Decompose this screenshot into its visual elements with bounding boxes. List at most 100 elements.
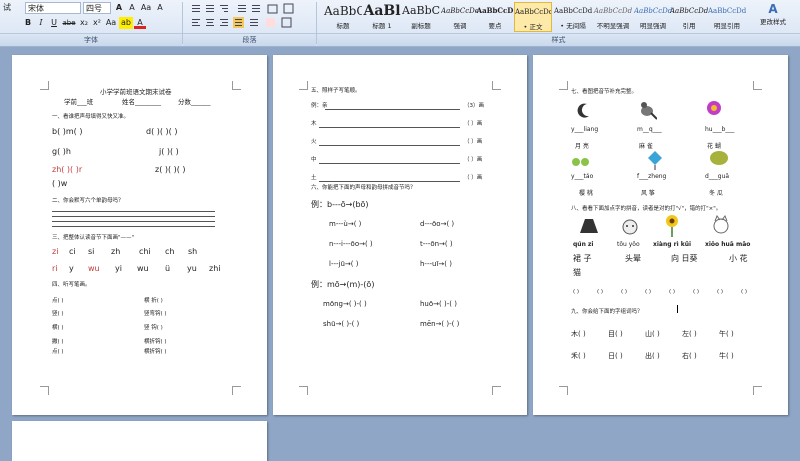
grow-font-button[interactable]: A <box>113 2 125 14</box>
strikethrough-button[interactable]: abe <box>61 17 77 29</box>
fill-item: y___táo <box>571 173 594 180</box>
style-strong[interactable]: AaBbCcD 要点 <box>476 2 514 32</box>
shrink-font-button[interactable]: A <box>126 2 138 14</box>
score-field: 分数______ <box>178 98 211 106</box>
crop-mark <box>299 81 308 90</box>
list-icons[interactable] <box>190 3 310 14</box>
answer-box: ( ) <box>645 289 652 295</box>
pinyin-row: b( )m( ) <box>52 127 83 136</box>
style-sample: AaBbCcD <box>476 6 514 15</box>
style-title[interactable]: AaBbC 标题 <box>324 2 362 32</box>
highlight-button[interactable]: ab <box>119 17 133 29</box>
document-page-2[interactable]: 五、照样子写笔顺。 例：亲 （3）画 木 （ ）画 火 （ ）画 中 （ ）画 … <box>273 55 527 415</box>
style-no-spacing[interactable]: AaBbCcDd • 无间隔 <box>554 2 592 32</box>
combine-item: m---ù→( ) <box>329 220 362 228</box>
word-label: 裙 子 <box>573 254 592 263</box>
crop-mark <box>559 386 568 395</box>
crop-mark <box>559 81 568 90</box>
question-4: 四、听写笔画。 <box>52 282 91 288</box>
question-1: 一、看谁把声母填得又快又准。 <box>52 114 130 120</box>
subscript-button[interactable]: x₂ <box>78 17 90 29</box>
paste-button[interactable]: 试 <box>0 2 14 14</box>
pinyin-row: g( )h <box>52 147 71 156</box>
exam-title: 小学学前班语文期末试卷 <box>100 88 172 96</box>
cherry-icon <box>572 158 589 166</box>
split-item: mōng→( )-( ) <box>323 300 367 308</box>
style-sample: AaBbCcDd <box>593 7 633 15</box>
syllable: wu <box>88 264 100 273</box>
alignment-icons[interactable] <box>190 17 330 28</box>
word-label: 头晕 <box>625 254 641 263</box>
style-label: • 无间隔 <box>560 22 586 30</box>
combine-item: h---uī→( ) <box>420 260 452 268</box>
stroke-item: 横( ) <box>52 325 64 331</box>
stroke-item: 点( ) <box>52 298 64 304</box>
char-label: 火 <box>311 139 317 145</box>
crop-mark <box>492 81 501 90</box>
style-subtitle[interactable]: AaBbC 副标题 <box>402 2 440 32</box>
font-size-select[interactable]: 四号 <box>83 2 111 14</box>
bold-button[interactable]: B <box>22 17 34 29</box>
style-label: 强调 <box>453 22 467 30</box>
fill-word: 樱 桃 <box>579 190 593 197</box>
paragraph-row-2 <box>190 17 330 28</box>
style-intense-emphasis[interactable]: AaBbCcDd 明显强调 <box>634 2 672 32</box>
font-name-select[interactable]: 宋体 <box>25 2 81 14</box>
fill-word: 麻 雀 <box>639 143 653 150</box>
ribbon: 试 宋体 四号 A A Aa A B I U abe x₂ x² Aa ab A <box>0 0 800 47</box>
syllable: yu <box>187 264 197 273</box>
document-page-4[interactable] <box>12 421 267 461</box>
superscript-button[interactable]: x² <box>91 17 103 29</box>
pinyin-row: zh( )( )r <box>52 165 83 174</box>
question-5: 五、照样子写笔顺。 <box>311 88 361 94</box>
style-quote[interactable]: AaBbCcDd 引用 <box>670 2 708 32</box>
crop-mark <box>753 386 762 395</box>
word-group-item: 午( ) <box>719 330 734 338</box>
change-case-button-2[interactable]: Aa <box>104 17 118 29</box>
pinyin-label: xiǒo huā māo <box>705 241 751 248</box>
change-case-button[interactable]: Aa <box>139 2 153 14</box>
italic-button[interactable]: I <box>35 17 47 29</box>
document-page-1[interactable]: 小学学前班语文期末试卷 学前___班 姓名________ 分数______ 一… <box>12 55 267 415</box>
fill-word: 风 筝 <box>641 190 655 197</box>
ribbon-format-row: B I U abe x₂ x² Aa ab A <box>22 17 147 29</box>
question-6: 六、你能把下面的声母和韵母拼成音节吗？ <box>311 185 416 191</box>
answer-box: ( ) <box>741 289 748 295</box>
class-field: 学前___班 <box>64 98 94 106</box>
document-page-3[interactable]: 七、看图把音节补充完整。 y___liang m__q___ hu___b___… <box>533 55 788 415</box>
example-2: 例：mō→(m)-(ō) <box>311 280 375 289</box>
syllable: si <box>88 247 95 256</box>
writing-line <box>319 181 460 182</box>
fill-item: f___zheng <box>637 173 667 180</box>
style-label: • 正文 <box>523 23 543 31</box>
writing-line <box>52 211 215 212</box>
sparrow-icon <box>641 102 657 120</box>
stroke-count: （ ）画 <box>464 139 483 145</box>
style-heading1[interactable]: AaBl 标题 1 <box>363 2 401 32</box>
style-subtle-emphasis[interactable]: AaBbCcDd 不明显强调 <box>593 2 633 32</box>
style-intense-quote[interactable]: AaBbCcDd 明显引用 <box>708 2 746 32</box>
moon-icon <box>577 103 589 118</box>
stroke-item: 横折钩( ) <box>144 349 167 355</box>
stroke-count: （ ）画 <box>464 175 483 181</box>
font-color-button[interactable]: A <box>134 17 146 29</box>
style-label: 不明显强调 <box>596 22 630 30</box>
crop-mark <box>40 386 49 395</box>
change-styles-button[interactable]: A 更改样式 <box>748 2 798 32</box>
style-emphasis[interactable]: AaBbCcDe 强调 <box>441 2 479 32</box>
stroke-count: （ ）画 <box>464 121 483 127</box>
clear-format-button[interactable]: A <box>154 2 166 14</box>
word-label: 向 日葵 <box>671 254 698 263</box>
group-font-label: 字体 <box>0 33 182 46</box>
pinyin-row: ( )w <box>52 179 68 188</box>
fill-word: 冬 瓜 <box>709 190 723 197</box>
underline-button[interactable]: U <box>48 17 60 29</box>
writing-line <box>52 221 215 222</box>
style-sample: AaBbCcDd <box>670 7 708 15</box>
syllable: zh <box>111 247 121 256</box>
style-normal[interactable]: AaBbCcDd • 正文 <box>514 2 552 32</box>
fill-word: 月 亮 <box>575 143 589 150</box>
style-label: 引用 <box>682 22 696 30</box>
split-item: huō→( )-( ) <box>420 300 457 308</box>
stroke-item: 竖 钩( ) <box>144 325 163 331</box>
